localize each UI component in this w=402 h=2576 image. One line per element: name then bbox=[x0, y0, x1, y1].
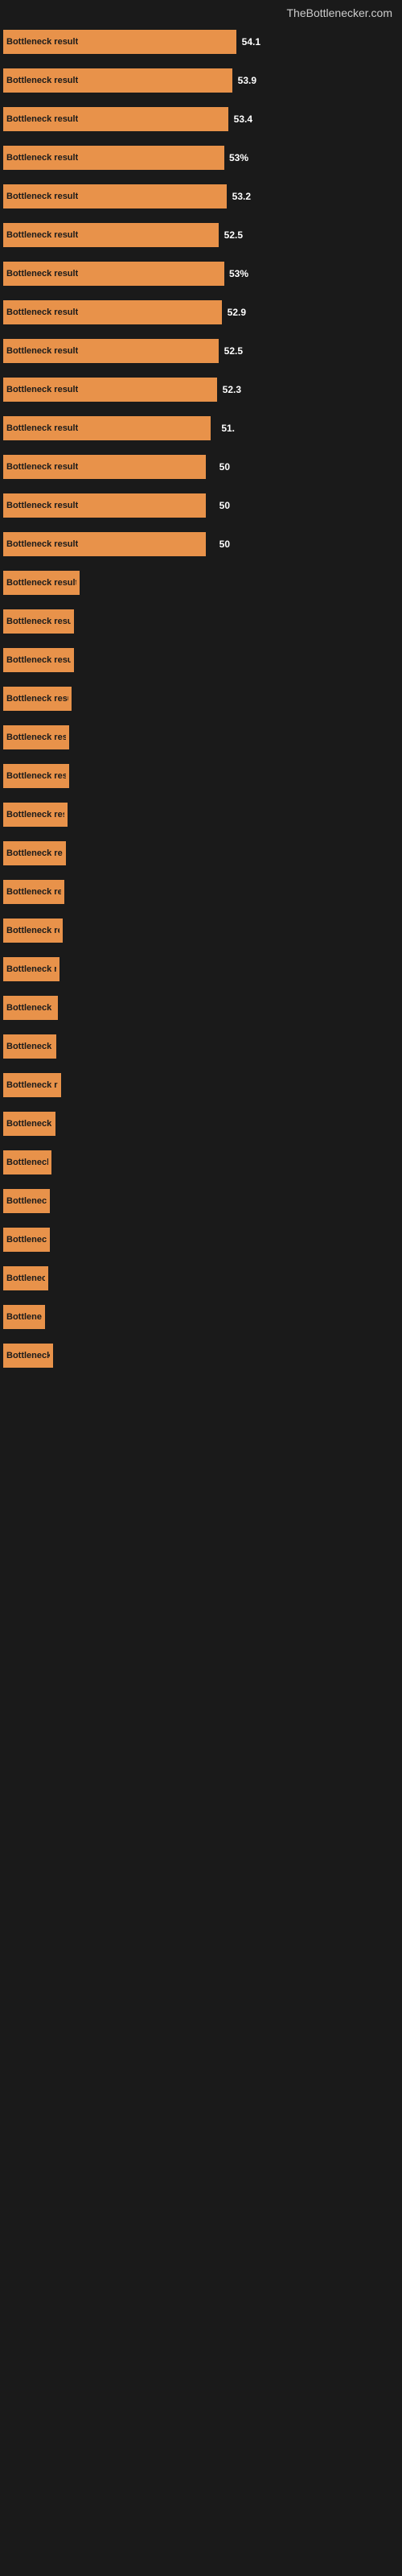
bar-row: Bottleneck result bbox=[0, 641, 402, 679]
bar-value: 53% bbox=[229, 152, 248, 163]
bar-row: Bottleneck r bbox=[0, 1182, 402, 1220]
bar-value: 52.5 bbox=[224, 345, 243, 357]
bar-label: Bottleneck result bbox=[3, 230, 78, 240]
bar-row: Bottleneck r bbox=[0, 1259, 402, 1298]
bar-row: Bottleneck result 54.1 bbox=[0, 23, 402, 61]
bar-label: Bottleneck r bbox=[3, 1235, 47, 1245]
bar-row: Bottleneck result 51. bbox=[0, 409, 402, 448]
bar-label: Bottleneck r bbox=[3, 1274, 45, 1283]
bar-row: Bottleneck res bbox=[0, 989, 402, 1027]
bar-value: 50 bbox=[219, 461, 230, 473]
bar-row: Bottleneck result 50 bbox=[0, 525, 402, 564]
bar-row: Bottleneck result 53.4 bbox=[0, 100, 402, 138]
bar-row: Bottleneck result 50 bbox=[0, 486, 402, 525]
bar-label: Bottleneck result bbox=[3, 385, 78, 394]
bar-label: Bottleneck result bbox=[3, 655, 71, 665]
bar-value: 52.3 bbox=[223, 384, 241, 395]
bar-label: Bottleneck r bbox=[3, 1196, 47, 1206]
bar-label: Bottleneck result bbox=[3, 964, 56, 974]
bar-label: Bottleneck result bbox=[3, 501, 78, 510]
bar-row: Bottleneck result bbox=[0, 679, 402, 718]
bar-row: Bottleneck r bbox=[0, 1143, 402, 1182]
bar-row: Bottleneck result 52.5 bbox=[0, 216, 402, 254]
bar-label: Bottleneck result bbox=[3, 810, 64, 819]
bar-label: Bottleneck result bbox=[3, 848, 63, 858]
bar-label: Bottleneck result bbox=[3, 733, 66, 742]
bar-label: Bottleneck result bbox=[3, 771, 66, 781]
bar-label: Bottleneck re bbox=[3, 1351, 50, 1360]
bar-label: Bottleneck res bbox=[3, 1003, 55, 1013]
bar-row: Bottleneck result 52.9 bbox=[0, 293, 402, 332]
bar-label: Bottleneck bbox=[3, 1312, 42, 1322]
bar-value: 52.5 bbox=[224, 229, 243, 241]
bar-row: Bottleneck result bbox=[0, 834, 402, 873]
bar-label: Bottleneck result bbox=[3, 462, 78, 472]
bar-row: Bottleneck result 53.2 bbox=[0, 177, 402, 216]
bar-label: Bottleneck result bbox=[3, 76, 78, 85]
bar-label: Bottleneck result bbox=[3, 192, 78, 201]
bar-label: Bottleneck result bbox=[3, 694, 68, 704]
bar-label: Bottleneck result bbox=[3, 346, 78, 356]
bar-row: Bottleneck result 52.3 bbox=[0, 370, 402, 409]
bar-value: 53% bbox=[229, 268, 248, 279]
bar-label: Bottleneck result bbox=[3, 887, 61, 897]
bar-row: Bottleneck result 53% bbox=[0, 138, 402, 177]
bar-label: Bottleneck res bbox=[3, 1119, 52, 1129]
bar-row: Bottleneck result bbox=[0, 718, 402, 757]
bar-value: 50 bbox=[219, 539, 230, 550]
site-title: TheBottlenecker.com bbox=[286, 6, 392, 19]
bar-row: Bottleneck result 53.9 bbox=[0, 61, 402, 100]
bar-value: 53.9 bbox=[238, 75, 256, 86]
bar-label: Bottleneck result bbox=[3, 539, 78, 549]
bar-label: Bottleneck result bbox=[3, 37, 78, 47]
bar-label: Bottleneck result bbox=[3, 153, 78, 163]
bar-row: Bottleneck result 52.5 bbox=[0, 332, 402, 370]
bar-row: Bottleneck bbox=[0, 1298, 402, 1336]
bar-value: 52.9 bbox=[228, 307, 246, 318]
bar-row: Bottleneck result 53% bbox=[0, 254, 402, 293]
header: TheBottlenecker.com bbox=[0, 0, 402, 23]
bar-label: Bottleneck result bbox=[3, 617, 71, 626]
bar-row: Bottleneck result bbox=[0, 602, 402, 641]
bar-label: Bottleneck result bbox=[3, 926, 59, 935]
bar-chart: Bottleneck result 54.1 Bottleneck result 53… bbox=[0, 23, 402, 1375]
bar-row: Bottleneck result 50 bbox=[0, 448, 402, 486]
bar-value: 54.1 bbox=[242, 36, 260, 47]
bar-row: Bottleneck result bbox=[0, 911, 402, 950]
bar-value: 50 bbox=[219, 500, 230, 511]
bar-label: Bottleneck result bbox=[3, 269, 78, 279]
bar-label: Bottleneck result bbox=[3, 308, 78, 317]
bar-label: Bottleneck result bbox=[3, 114, 78, 124]
bar-label: Bottleneck result bbox=[3, 423, 78, 433]
bar-value: 53.4 bbox=[234, 114, 252, 125]
bar-row: Bottleneck result bbox=[0, 950, 402, 989]
bar-value: 51. bbox=[221, 423, 235, 434]
bar-row: Bottleneck result bbox=[0, 873, 402, 911]
bar-value: 53.2 bbox=[232, 191, 251, 202]
bar-label: Bottleneck result bbox=[3, 578, 76, 588]
bar-label: Bottleneck res bbox=[3, 1042, 53, 1051]
bar-label: Bottleneck r bbox=[3, 1158, 48, 1167]
bar-label: Bottleneck result bbox=[3, 1080, 58, 1090]
bar-row: Bottleneck res bbox=[0, 1027, 402, 1066]
bar-row: Bottleneck res bbox=[0, 1104, 402, 1143]
bar-row: Bottleneck result bbox=[0, 757, 402, 795]
bar-row: Bottleneck r bbox=[0, 1220, 402, 1259]
bar-row: Bottleneck re bbox=[0, 1336, 402, 1375]
bar-row: Bottleneck result bbox=[0, 564, 402, 602]
bar-row: Bottleneck result bbox=[0, 1066, 402, 1104]
bar-row: Bottleneck result bbox=[0, 795, 402, 834]
